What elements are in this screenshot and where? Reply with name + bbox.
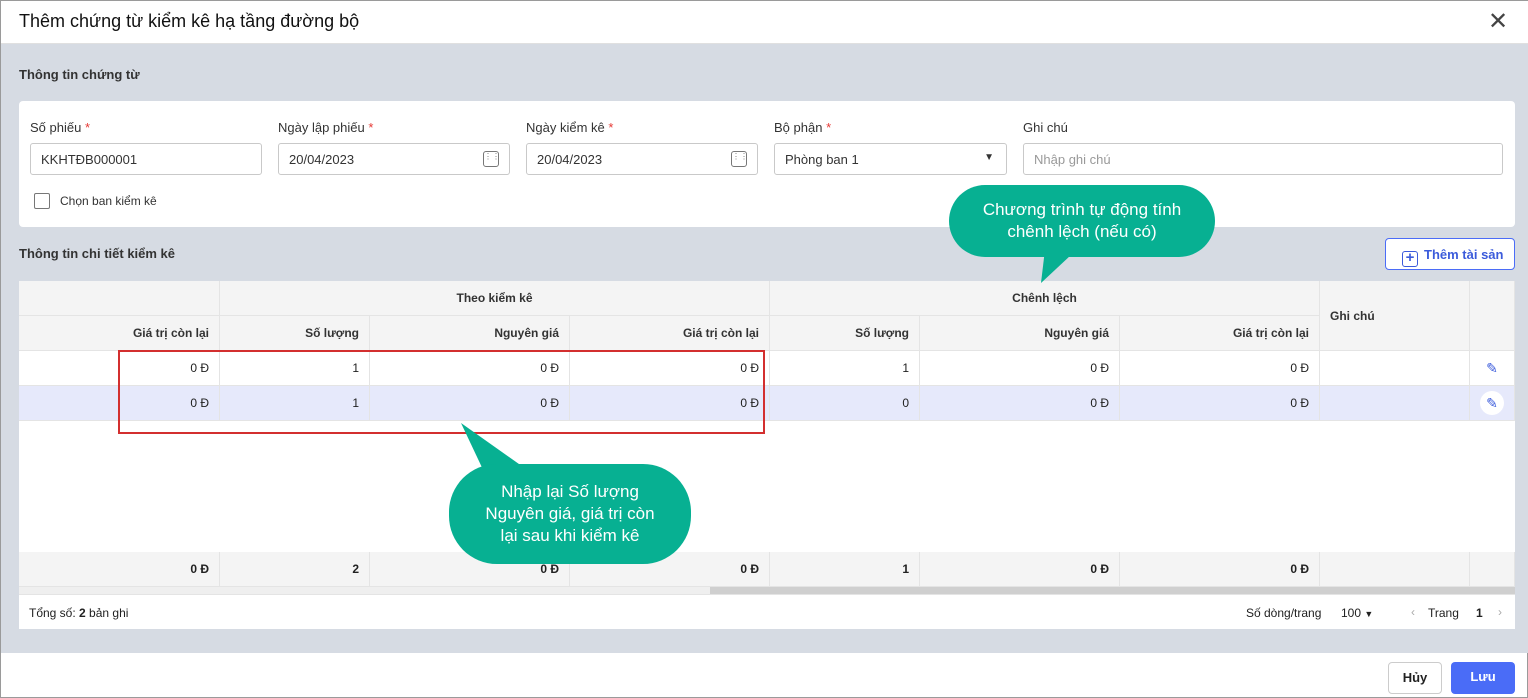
- table-cell[interactable]: [1320, 351, 1470, 386]
- ngay-lap-input[interactable]: 20/04/2023 ⋮⋮: [278, 143, 510, 175]
- edit-cell[interactable]: ✎: [1470, 386, 1515, 421]
- group-header-theo-kiem-ke: Theo kiểm kê: [220, 281, 770, 316]
- ngay-kiem-ke-label: Ngày kiểm kê *: [526, 120, 614, 135]
- edit-icon[interactable]: ✎: [1486, 360, 1498, 377]
- table-cell[interactable]: [1320, 386, 1470, 421]
- column-header-text: Giá trị còn lại: [132, 326, 209, 340]
- table-cell-text: 0 Đ: [1290, 396, 1309, 410]
- table-cell-text: 0: [902, 396, 909, 410]
- column-header: Nguyên giá: [920, 316, 1120, 351]
- plus-icon: +: [1402, 250, 1418, 267]
- total-cell: 0 Đ: [920, 552, 1120, 587]
- total-cell: [1470, 552, 1515, 587]
- next-page-icon[interactable]: ›: [1498, 605, 1502, 619]
- horizontal-scrollbar-track[interactable]: [19, 587, 1515, 594]
- total-cell: [1320, 552, 1470, 587]
- table-cell[interactable]: 0: [770, 386, 920, 421]
- table-cell-text: 0 Đ: [1090, 396, 1109, 410]
- page-size-label: Số dòng/trang: [1246, 606, 1322, 620]
- column-header-text: Giá trị còn lại: [682, 326, 759, 340]
- table-cell[interactable]: 0 Đ: [920, 351, 1120, 386]
- group-header-theo-kiem-ke-text: Theo kiểm kê: [456, 291, 533, 305]
- column-header-text: Nguyên giá: [1044, 326, 1109, 340]
- table-cell[interactable]: 1: [770, 351, 920, 386]
- ngay-lap-label: Ngày lập phiếu *: [278, 120, 374, 135]
- add-asset-button[interactable]: + Thêm tài sản: [1385, 238, 1515, 270]
- table-footer: Tổng số: 2 bản ghi Số dòng/trang 100 ▼ ‹…: [19, 594, 1515, 629]
- dialog-header: Thêm chứng từ kiểm kê hạ tầng đường bộ ✕: [1, 1, 1528, 44]
- bo-phan-label: Bộ phận *: [774, 120, 832, 135]
- dialog-title: Thêm chứng từ kiểm kê hạ tầng đường bộ: [19, 11, 360, 31]
- column-header-text: Nguyên giá: [494, 326, 559, 340]
- callout-top: Chương trình tự động tính chênh lệch (nế…: [949, 185, 1215, 257]
- column-header: Nguyên giá: [370, 316, 570, 351]
- header-empty: [19, 281, 220, 316]
- callout-bottom: Nhập lại Số lượng Nguyên giá, giá trị cò…: [449, 464, 691, 564]
- page-label: Trang: [1428, 606, 1459, 620]
- cancel-button[interactable]: Hủy: [1388, 662, 1442, 694]
- total-records: Tổng số: 2 bản ghi: [29, 606, 129, 620]
- column-header-text: Số lượng: [855, 326, 909, 340]
- so-phieu-input[interactable]: KKHTĐB000001: [30, 143, 262, 175]
- ghi-chu-label: Ghi chú: [1023, 120, 1068, 135]
- calendar-icon[interactable]: ⋮⋮: [731, 151, 748, 167]
- bo-phan-select[interactable]: Phòng ban 1 ▼: [774, 143, 1007, 175]
- table-cell-text: 0 Đ: [1290, 361, 1309, 375]
- horizontal-scrollbar-thumb[interactable]: [710, 587, 1515, 594]
- total-cell: 0 Đ: [1120, 552, 1320, 587]
- total-cell-text: 2: [352, 562, 359, 576]
- column-header-actions: [1470, 281, 1515, 351]
- table-cell[interactable]: 0 Đ: [1120, 351, 1320, 386]
- column-header-ghi-chu: Ghi chú: [1320, 281, 1470, 351]
- total-cell: 2: [220, 552, 370, 587]
- column-header: Giá trị còn lại: [570, 316, 770, 351]
- highlight-box: [118, 350, 765, 434]
- chon-ban-label: Chọn ban kiểm kê: [60, 194, 157, 208]
- ngay-kiem-ke-input[interactable]: 20/04/2023 ⋮⋮: [526, 143, 758, 175]
- column-header: Giá trị còn lại: [19, 316, 220, 351]
- total-cell-text: 0 Đ: [740, 562, 759, 576]
- group-header-chenh-lech: Chênh lệch: [770, 281, 1320, 316]
- total-cell: 1: [770, 552, 920, 587]
- save-button[interactable]: Lưu: [1451, 662, 1515, 694]
- caret-down-icon: ▼: [984, 152, 994, 163]
- total-cell-text: 0 Đ: [1290, 562, 1309, 576]
- column-header: Số lượng: [770, 316, 920, 351]
- column-header-text: Số lượng: [305, 326, 359, 340]
- table-cell-text: 0 Đ: [1090, 361, 1109, 375]
- column-header: Số lượng: [220, 316, 370, 351]
- group-header-chenh-lech-text: Chênh lệch: [1012, 291, 1077, 305]
- table-cell-text: 1: [902, 361, 909, 375]
- edit-icon[interactable]: ✎: [1480, 391, 1504, 415]
- column-header: Giá trị còn lại: [1120, 316, 1320, 351]
- detail-table: Theo kiểm kê Chênh lệch Giá trị còn lại Số …: [19, 281, 1515, 629]
- column-header-text: Giá trị còn lại: [1232, 326, 1309, 340]
- calendar-icon[interactable]: ⋮⋮: [483, 151, 500, 167]
- total-cell-text: 0 Đ: [190, 562, 209, 576]
- column-header-ghi-chu-text: Ghi chú: [1330, 308, 1375, 323]
- total-cell-text: 0 Đ: [540, 562, 559, 576]
- chon-ban-checkbox[interactable]: [34, 193, 50, 209]
- edit-cell[interactable]: ✎: [1470, 351, 1515, 386]
- total-cell-text: 0 Đ: [1090, 562, 1109, 576]
- voucher-card: Số phiếu * KKHTĐB000001 Ngày lập phiếu *…: [19, 101, 1515, 227]
- total-cell-text: 1: [902, 562, 909, 576]
- table-cell[interactable]: 0 Đ: [920, 386, 1120, 421]
- prev-page-icon[interactable]: ‹: [1411, 605, 1415, 619]
- close-icon[interactable]: ✕: [1488, 7, 1508, 36]
- total-cell: 0 Đ: [19, 552, 220, 587]
- ghi-chu-input[interactable]: Nhập ghi chú: [1023, 143, 1503, 175]
- table-cell[interactable]: 0 Đ: [1120, 386, 1320, 421]
- chevron-down-icon: ▼: [1364, 609, 1374, 619]
- page-size-select[interactable]: 100 ▼: [1341, 606, 1373, 620]
- section-title-detail: Thông tin chi tiết kiểm kê: [19, 246, 176, 261]
- section-title-voucher: Thông tin chứng từ: [19, 67, 140, 82]
- current-page: 1: [1476, 606, 1483, 620]
- so-phieu-label: Số phiếu *: [30, 120, 91, 135]
